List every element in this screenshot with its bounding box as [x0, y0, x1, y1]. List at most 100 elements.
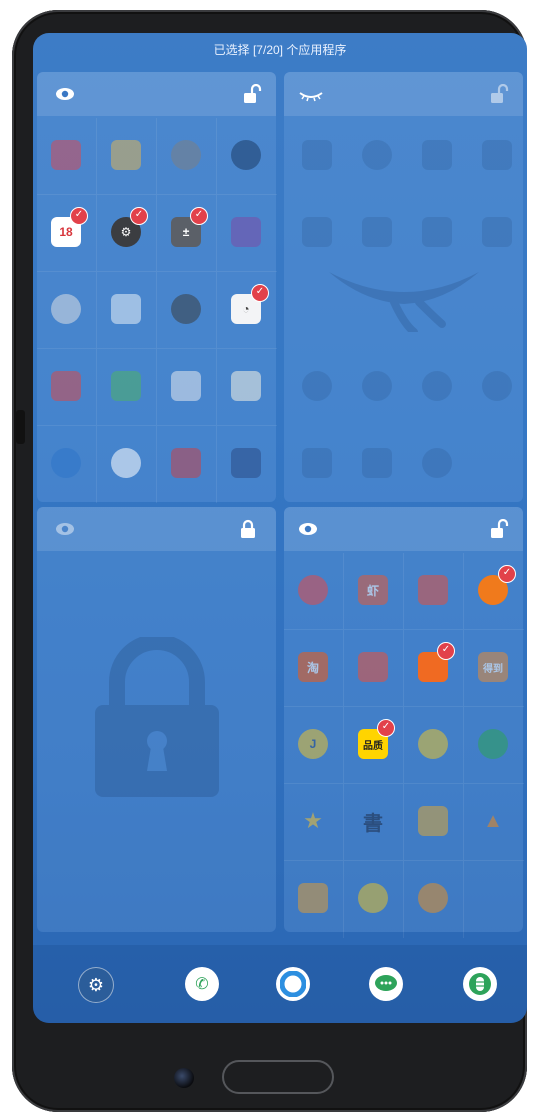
- selected-check-icon: ✓: [498, 565, 516, 583]
- hidden-app-icon: [362, 371, 392, 401]
- app-grid-hidden: [284, 118, 523, 502]
- app-cell[interactable]: 書: [344, 784, 404, 861]
- app-cell[interactable]: ▲: [464, 784, 524, 861]
- unlocked-padlock-icon[interactable]: [489, 519, 509, 539]
- app-cell[interactable]: [404, 784, 464, 861]
- closed-eye-icon[interactable]: [298, 84, 324, 104]
- selected-check-icon: ✓: [70, 207, 88, 225]
- app-cell[interactable]: [157, 426, 217, 503]
- vlc-cone-icon: ▲: [483, 809, 503, 832]
- app-cell[interactable]: [157, 272, 217, 349]
- app-cell[interactable]: ✓: [404, 630, 464, 707]
- hidden-app-icon: [482, 140, 512, 170]
- locked-padlock-icon[interactable]: [238, 519, 258, 539]
- message-icon: [375, 975, 397, 991]
- unlocked-padlock-icon[interactable]: [489, 84, 509, 104]
- app-cell[interactable]: [464, 707, 524, 784]
- selected-check-icon: ✓: [437, 642, 455, 660]
- app-cell[interactable]: [344, 630, 404, 707]
- app-cell[interactable]: 18 ✓: [37, 195, 97, 272]
- hidden-app-icon: [482, 217, 512, 247]
- app-cell[interactable]: 淘: [284, 630, 344, 707]
- app-cell[interactable]: 得到: [464, 630, 524, 707]
- app-cell[interactable]: ± ✓: [157, 195, 217, 272]
- edit-icon: [231, 371, 261, 401]
- app-cell[interactable]: [217, 195, 277, 272]
- wallet-icon: [51, 140, 81, 170]
- dock: ⚙ ✆: [33, 945, 527, 1023]
- front-camera: [174, 1068, 194, 1088]
- app-cell[interactable]: [157, 118, 217, 195]
- capsule-button[interactable]: [463, 967, 497, 1001]
- reader-app-icon: 書: [363, 812, 383, 835]
- large-padlock-watermark-icon: [95, 637, 219, 797]
- app-cell[interactable]: [37, 426, 97, 503]
- browser-button[interactable]: [276, 967, 310, 1001]
- app-cell[interactable]: [344, 861, 404, 938]
- app-cell[interactable]: [404, 861, 464, 938]
- sync-icon: [111, 371, 141, 401]
- phone-icon: ✆: [195, 976, 209, 993]
- app-cell[interactable]: 虾: [344, 553, 404, 630]
- app-cell[interactable]: [97, 426, 157, 503]
- selection-title: 已选择 [7/20] 个应用程序: [213, 43, 347, 57]
- app-cell[interactable]: [217, 426, 277, 503]
- app-cell[interactable]: [157, 349, 217, 426]
- phone-button[interactable]: ✆: [185, 967, 219, 1001]
- app-cell[interactable]: [404, 707, 464, 784]
- app-cell[interactable]: ★: [284, 784, 344, 861]
- app-cell[interactable]: [217, 349, 277, 426]
- selected-check-icon: ✓: [130, 207, 148, 225]
- book-icon: [231, 448, 261, 478]
- hidden-app-icon: [302, 448, 332, 478]
- recorder-icon: [51, 294, 81, 324]
- safe-icon: [171, 448, 201, 478]
- eye-icon[interactable]: [55, 519, 75, 539]
- app-cell[interactable]: [37, 118, 97, 195]
- hidden-app-icon: [422, 448, 452, 478]
- app-cell[interactable]: [97, 118, 157, 195]
- app-cell[interactable]: ✓: [464, 553, 524, 630]
- app-grid: 虾 ✓ 淘 ✓ 得到 J 品质 ✓ ★ 書 ▲: [284, 553, 524, 938]
- app-grid: 18 ✓ ⚙ ✓ ± ✓ ◔ ✓: [37, 118, 277, 503]
- music-icon: [171, 140, 201, 170]
- gear-icon: ⚙: [87, 974, 105, 995]
- app-cell[interactable]: ◔ ✓: [217, 272, 277, 349]
- capsule-icon: [469, 973, 491, 995]
- panel-top-right: [284, 72, 523, 502]
- app-cell[interactable]: [284, 861, 344, 938]
- video-app-icon: [358, 652, 388, 682]
- unlocked-padlock-icon[interactable]: [242, 84, 262, 104]
- eye-icon[interactable]: [55, 84, 75, 104]
- gallery-icon: [111, 140, 141, 170]
- hidden-app-icon: [422, 140, 452, 170]
- app-cell[interactable]: [404, 553, 464, 630]
- app-cell[interactable]: [97, 272, 157, 349]
- photo-frame-icon: [111, 294, 141, 324]
- app-cell[interactable]: 品质 ✓: [344, 707, 404, 784]
- app-cell[interactable]: ⚙ ✓: [97, 195, 157, 272]
- camera-icon: [231, 140, 261, 170]
- eye-icon[interactable]: [298, 519, 318, 539]
- app-cell[interactable]: J: [284, 707, 344, 784]
- panel-header: [284, 507, 523, 551]
- panel-header: [37, 72, 276, 116]
- hidden-app-icon: [362, 217, 392, 247]
- screen: 已选择 [7/20] 个应用程序 18 ✓ ⚙ ✓ ± ✓ ◔ ✓ 虾 ✓ 淘 …: [33, 33, 527, 1023]
- cloud-icon: [111, 448, 141, 478]
- hidden-app-icon: [302, 140, 332, 170]
- app-cell[interactable]: [284, 553, 344, 630]
- seal-app-icon: [418, 575, 448, 605]
- app-cell[interactable]: [217, 118, 277, 195]
- app-cell[interactable]: [37, 349, 97, 426]
- messages-button[interactable]: [369, 967, 403, 1001]
- app-cell[interactable]: [37, 272, 97, 349]
- home-button[interactable]: [222, 1060, 334, 1094]
- selected-check-icon: ✓: [190, 207, 208, 225]
- lion-app-icon: [418, 883, 448, 913]
- app-cell[interactable]: [97, 349, 157, 426]
- hidden-app-icon: [302, 217, 332, 247]
- settings-button[interactable]: ⚙: [78, 967, 114, 1003]
- browser-icon: [280, 971, 306, 997]
- panel-bottom-right: 虾 ✓ 淘 ✓ 得到 J 品质 ✓ ★ 書 ▲: [284, 507, 524, 938]
